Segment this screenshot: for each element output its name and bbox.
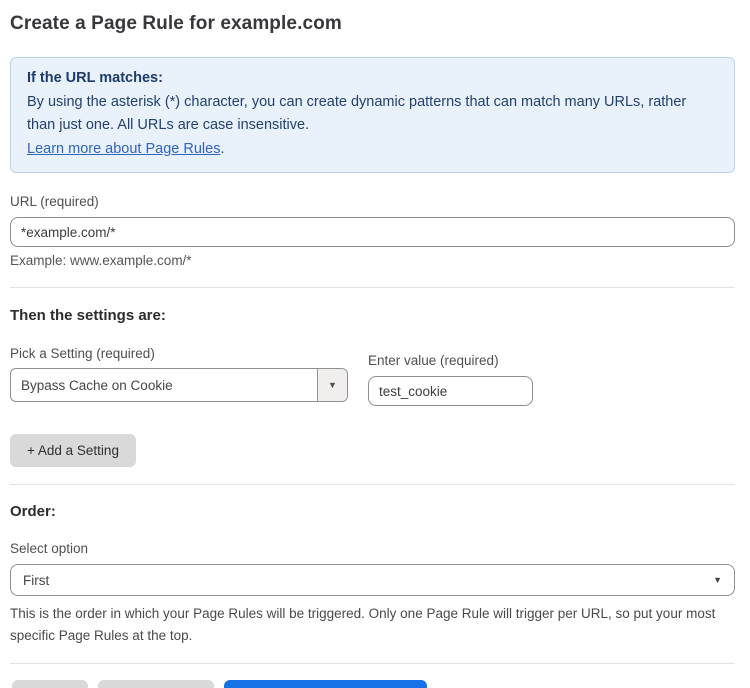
chevron-down-icon: ▼ — [713, 575, 722, 585]
divider — [10, 287, 735, 288]
setting-value-input[interactable] — [368, 376, 533, 406]
order-section-heading: Order: — [10, 503, 735, 520]
setting-select[interactable]: Bypass Cache on Cookie ▼ — [10, 368, 348, 402]
settings-section-heading: Then the settings are: — [10, 307, 735, 324]
settings-row: Pick a Setting (required) Bypass Cache o… — [10, 346, 735, 406]
form-actions: Cancel Save as Draft Save and Deploy Pag… — [10, 680, 735, 688]
order-select-value: First — [23, 573, 49, 588]
add-setting-button[interactable]: + Add a Setting — [10, 434, 136, 467]
cancel-button[interactable]: Cancel — [12, 680, 88, 688]
url-match-info-box: If the URL matches: By using the asteris… — [10, 57, 735, 173]
setting-value-label: Enter value (required) — [368, 353, 533, 368]
divider — [10, 484, 735, 485]
info-box-heading: If the URL matches: — [27, 67, 718, 91]
setting-picker-label: Pick a Setting (required) — [10, 346, 348, 361]
setting-value-column: Enter value (required) — [368, 353, 533, 406]
url-input[interactable] — [10, 217, 735, 247]
link-period: . — [220, 141, 224, 157]
page-title: Create a Page Rule for example.com — [10, 13, 735, 35]
save-and-deploy-button[interactable]: Save and Deploy Page Rule — [224, 680, 428, 688]
learn-more-link[interactable]: Learn more about Page Rules — [27, 141, 220, 157]
info-box-body: By using the asterisk (*) character, you… — [27, 91, 718, 138]
order-help-text: This is the order in which your Page Rul… — [10, 603, 735, 647]
info-box-link-line: Learn more about Page Rules. — [27, 138, 718, 162]
order-select[interactable]: First ▼ — [10, 564, 735, 596]
chevron-down-icon: ▼ — [328, 380, 337, 390]
divider — [10, 663, 735, 664]
page-rule-form: Create a Page Rule for example.com If th… — [0, 13, 750, 688]
url-example-text: Example: www.example.com/* — [10, 253, 735, 268]
setting-select-value: Bypass Cache on Cookie — [11, 369, 317, 401]
order-select-label: Select option — [10, 541, 735, 556]
setting-picker-column: Pick a Setting (required) Bypass Cache o… — [10, 346, 348, 402]
url-field-label: URL (required) — [10, 194, 735, 209]
setting-select-arrow-button[interactable]: ▼ — [317, 369, 347, 401]
save-as-draft-button[interactable]: Save as Draft — [98, 680, 214, 688]
